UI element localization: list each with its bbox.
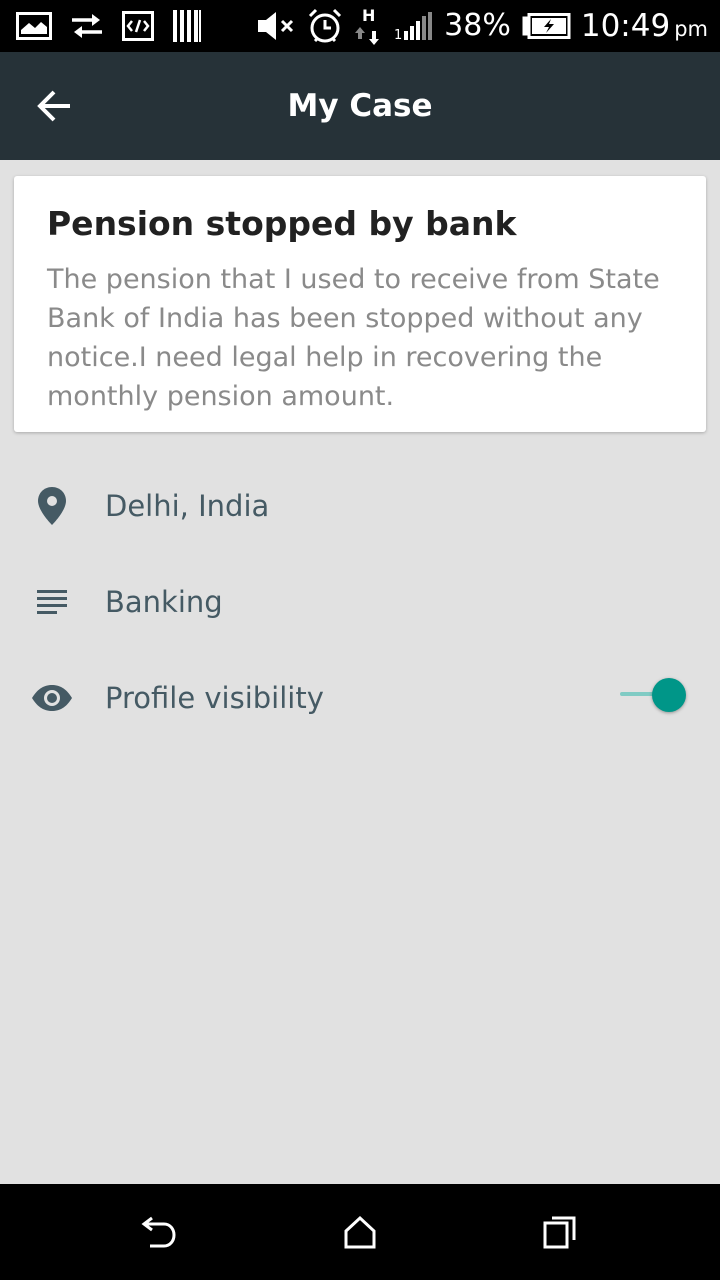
back-icon: [141, 1216, 176, 1248]
sync-arrows-icon: [70, 11, 104, 41]
alarm-icon: [306, 7, 344, 45]
category-row: Banking: [0, 554, 720, 650]
home-icon: [344, 1215, 376, 1249]
app-bar: My Case: [0, 52, 720, 160]
visibility-row: Profile visibility: [0, 650, 720, 746]
clock-ampm: pm: [674, 16, 708, 41]
code-icon: [122, 11, 154, 41]
clock-time: 10:49: [580, 7, 671, 44]
case-title: Pension stopped by bank: [47, 204, 517, 243]
battery-charging-icon: [521, 13, 571, 39]
status-bar-left: [16, 0, 202, 52]
profile-visibility-toggle[interactable]: [620, 678, 688, 718]
nav-back-button[interactable]: [136, 1208, 184, 1256]
visibility-label: Profile visibility: [105, 681, 324, 715]
recent-apps-icon: [543, 1216, 576, 1249]
image-icon: [16, 12, 52, 40]
navigation-bar: [0, 1184, 720, 1280]
case-description: The pension that I used to receive from …: [47, 264, 660, 412]
svg-text:1: 1: [394, 28, 402, 41]
arrow-back-icon: [37, 90, 70, 122]
back-button[interactable]: [24, 76, 84, 136]
page-title: My Case: [287, 88, 433, 124]
category-label: Banking: [105, 585, 223, 619]
barcode-icon: [172, 9, 202, 43]
clock: 10:49 pm: [580, 7, 708, 44]
location-label: Delhi, India: [105, 489, 270, 523]
toggle-thumb: [652, 678, 686, 712]
mute-icon: [256, 10, 296, 42]
eye-icon: [24, 670, 80, 726]
status-bar: H 1 38% 10:49 pm: [0, 0, 720, 52]
subject-lines-icon: [24, 574, 80, 630]
nav-home-button[interactable]: [336, 1208, 384, 1256]
location-pin-icon: [24, 478, 80, 534]
nav-recent-apps-button[interactable]: [536, 1208, 584, 1256]
status-bar-right: H 1 38% 10:49 pm: [256, 0, 708, 52]
screen: H 1 38% 10:49 pm My Case Pension stopped…: [0, 0, 720, 1280]
case-card: Pension stopped by bank The pension that…: [14, 176, 706, 432]
svg-text:H: H: [362, 6, 375, 25]
signal-icon: 1: [394, 11, 434, 41]
data-hplus-icon: H: [354, 5, 384, 47]
battery-percent: 38%: [444, 8, 511, 43]
location-row: Delhi, India: [0, 458, 720, 554]
